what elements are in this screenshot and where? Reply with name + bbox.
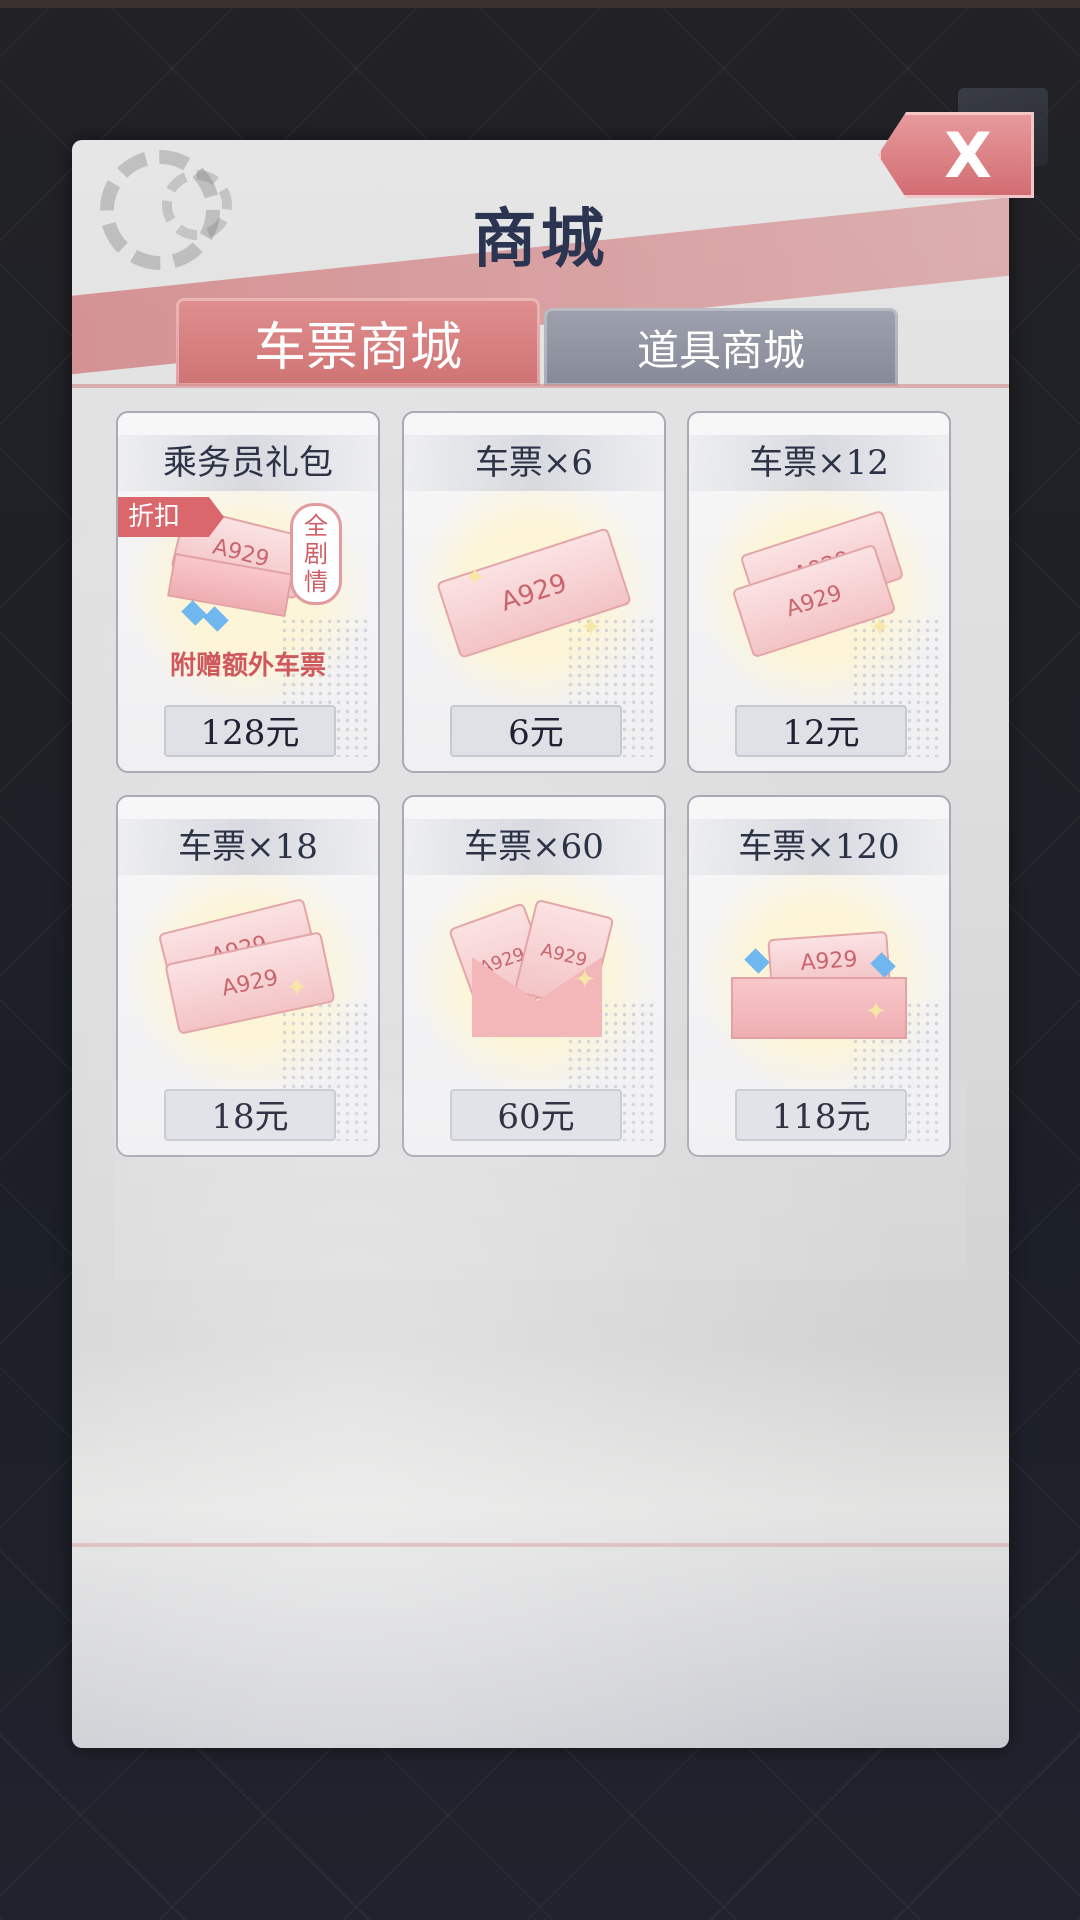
price-button[interactable]: 128元 <box>164 705 336 757</box>
product-card-tickets-12[interactable]: 车票×12 A929 A929 ✦ 12元 <box>687 411 951 773</box>
gem-icon <box>203 606 229 632</box>
tab-ticket-shop[interactable]: 车票商城 <box>176 298 540 386</box>
product-name: 车票×6 <box>404 435 664 491</box>
tab-divider <box>72 384 1009 388</box>
sparkle-icon: ✦ <box>865 997 887 1027</box>
sparkle-icon: ✦ <box>574 965 596 995</box>
top-edge <box>0 0 1080 8</box>
sparkle-icon: ✦ <box>580 613 602 643</box>
gem-icon <box>744 948 770 974</box>
product-card-gift-pack[interactable]: 乘务员礼包 A929 折扣 全 剧 情 附赠额外车票 128元 <box>116 411 380 773</box>
sparkle-icon: ✦ <box>464 563 486 593</box>
shop-empty-area <box>114 1080 967 1280</box>
bonus-note: 附赠额外车票 <box>169 651 326 681</box>
sparkle-icon: ✦ <box>869 613 891 643</box>
price-button[interactable]: 12元 <box>735 705 907 757</box>
product-name: 车票×60 <box>404 819 664 875</box>
bottom-divider <box>72 1543 1009 1547</box>
sparkle-icon: ✦ <box>286 973 308 1003</box>
product-name: 车票×12 <box>689 435 949 491</box>
shop-panel: 商城 车票商城 道具商城 乘务员礼包 A929 折扣 全 剧 情 附赠额外车票 … <box>72 140 1009 1748</box>
gem-icon <box>181 600 207 626</box>
discount-badge: 折扣 <box>118 497 224 537</box>
close-button[interactable]: X <box>878 112 1034 198</box>
product-name: 车票×18 <box>118 819 378 875</box>
tab-item-shop[interactable]: 道具商城 <box>544 308 898 386</box>
product-card-tickets-6[interactable]: 车票×6 A929 ✦ ✦ 6元 <box>402 411 666 773</box>
full-story-tag: 全 剧 情 <box>290 503 342 605</box>
product-name: 乘务员礼包 <box>118 435 378 491</box>
price-button[interactable]: 6元 <box>450 705 622 757</box>
product-name: 车票×120 <box>689 819 949 875</box>
page-title: 商城 <box>472 202 609 277</box>
